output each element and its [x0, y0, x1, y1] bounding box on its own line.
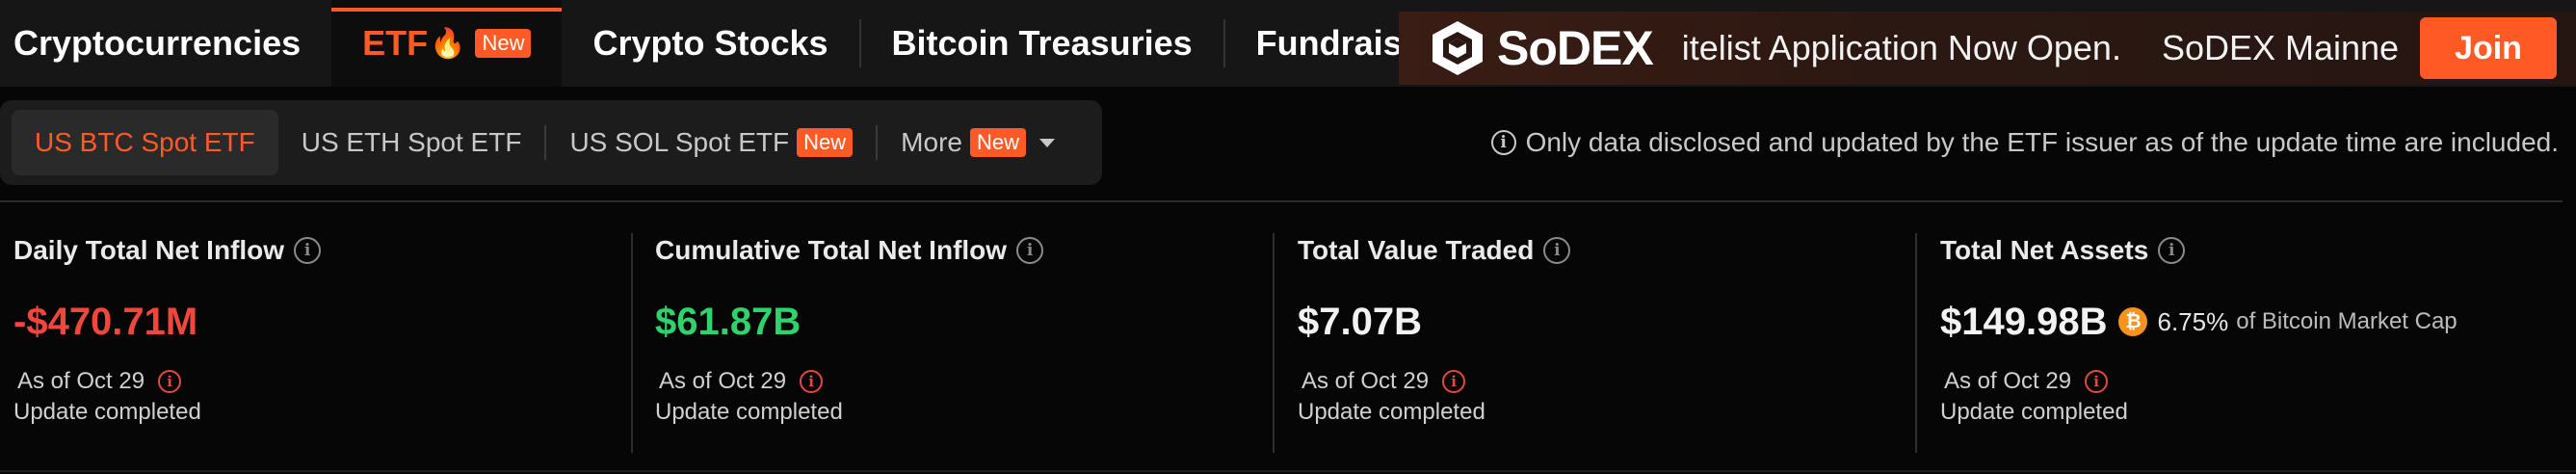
join-button[interactable]: Join — [2420, 17, 2557, 79]
subtab-more-dropdown[interactable]: More New — [878, 110, 1078, 175]
bitcoin-icon: ₿ — [2118, 307, 2148, 336]
etf-subtabs: US BTC Spot ETF US ETH Spot ETF US SOL S… — [0, 100, 1102, 185]
stat-divider — [1273, 233, 1275, 453]
as-of-date: As of Oct 29 i — [13, 366, 630, 397]
flame-icon: 🔥 — [430, 27, 466, 60]
stat-daily-total-net-inflow: Daily Total Net Inflow i -$470.71M As of… — [13, 231, 630, 453]
stat-label: Daily Total Net Inflow i — [13, 231, 630, 270]
sodex-promo-banner[interactable]: SoDEX itelist Application Now Open. SoDE… — [1399, 12, 2576, 85]
alert-info-icon[interactable]: i — [2085, 370, 2109, 393]
info-icon[interactable]: i — [2158, 237, 2186, 264]
stat-value: $7.07B — [1298, 300, 1422, 343]
stat-divider — [1915, 233, 1917, 453]
stat-label-text: Daily Total Net Inflow — [13, 235, 285, 265]
sodex-logo: SoDEX — [1428, 18, 1654, 78]
sodex-wordmark: SoDEX — [1497, 21, 1654, 75]
info-icon[interactable]: i — [1543, 237, 1571, 264]
stat-total-value-traded: Total Value Traded i $7.07B As of Oct 29… — [1298, 231, 1914, 453]
stat-cumulative-total-net-inflow: Cumulative Total Net Inflow i $61.87B As… — [655, 231, 1272, 453]
as-of-date: As of Oct 29 i — [1298, 366, 1914, 397]
stat-divider — [631, 233, 633, 453]
as-of-text: As of Oct 29 — [1944, 368, 2072, 394]
as-of-text: As of Oct 29 — [659, 368, 787, 394]
as-of-text: As of Oct 29 — [1301, 368, 1430, 394]
subtab-label: US SOL Spot ETF — [569, 127, 790, 157]
subtab-us-btc-spot-etf[interactable]: US BTC Spot ETF — [12, 110, 278, 175]
stat-total-net-assets: Total Net Assets i $149.98B ₿ 6.75% of B… — [1940, 231, 2557, 453]
stat-label: Total Net Assets i — [1940, 231, 2557, 270]
caret-down-icon — [1038, 138, 1055, 147]
stat-label-text: Total Net Assets — [1940, 235, 2149, 265]
alert-info-icon[interactable]: i — [158, 370, 182, 393]
stat-value: -$470.71M — [13, 300, 198, 343]
as-of-text: As of Oct 29 — [17, 368, 145, 394]
banner-marquee-text: itelist Application Now Open. — [1681, 28, 2121, 67]
stat-value: $61.87B — [655, 300, 802, 343]
nav-tab-label: Cryptocurrencies — [13, 23, 302, 63]
new-badge: New — [797, 128, 854, 157]
new-badge: New — [475, 29, 532, 58]
as-of-date: As of Oct 29 i — [655, 366, 1272, 397]
stat-label-text: Total Value Traded — [1298, 235, 1535, 265]
stat-label-text: Cumulative Total Net Inflow — [655, 235, 1008, 265]
new-badge: New — [969, 128, 1026, 157]
alert-info-icon[interactable]: i — [800, 370, 824, 393]
subtab-label: US BTC Spot ETF — [35, 127, 255, 157]
info-icon: i — [1490, 130, 1516, 155]
as-of-date: As of Oct 29 i — [1940, 366, 2557, 397]
alert-info-icon[interactable]: i — [1442, 370, 1466, 393]
sodex-cube-icon — [1433, 21, 1483, 75]
bottom-divider — [0, 470, 2576, 472]
nav-tab-cryptocurrencies[interactable]: Cryptocurrencies — [0, 0, 331, 87]
data-disclaimer: i Only data disclosed and updated by the… — [1490, 123, 2559, 162]
nav-tab-label: Bitcoin Treasuries — [891, 23, 1193, 63]
nav-tab-bitcoin-treasuries[interactable]: Bitcoin Treasuries — [861, 0, 1223, 87]
nav-tab-label: ETF — [362, 23, 429, 63]
stat-label: Total Value Traded i — [1298, 231, 1914, 270]
section-divider — [0, 200, 2563, 202]
subtab-label: More — [901, 127, 962, 157]
stat-value-row: $149.98B ₿ 6.75% of Bitcoin Market Cap — [1940, 297, 2557, 347]
update-status: Update completed — [655, 399, 843, 425]
info-icon[interactable]: i — [1016, 237, 1044, 264]
update-status: Update completed — [1298, 399, 1485, 425]
btc-market-cap-label: of Bitcoin Market Cap — [2236, 308, 2458, 334]
info-icon[interactable]: i — [294, 237, 322, 264]
nav-tab-label: Crypto Stocks — [592, 23, 828, 63]
stat-label: Cumulative Total Net Inflow i — [655, 231, 1272, 270]
update-status: Update completed — [1940, 399, 2128, 425]
subtab-us-eth-spot-etf[interactable]: US ETH Spot ETF — [278, 110, 545, 175]
update-status: Update completed — [13, 399, 201, 425]
disclaimer-text: Only data disclosed and updated by the E… — [1525, 127, 2559, 157]
subtab-us-sol-spot-etf[interactable]: US SOL Spot ETF New — [546, 110, 876, 175]
stat-value: $149.98B — [1940, 300, 2108, 343]
nav-tab-crypto-stocks[interactable]: Crypto Stocks — [562, 0, 858, 87]
nav-tab-etf[interactable]: ETF 🔥 New — [331, 0, 563, 87]
subtab-label: US ETH Spot ETF — [301, 127, 522, 157]
banner-marquee-text-2: SoDEX Mainne — [2161, 28, 2400, 67]
btc-market-cap-pct: 6.75% — [2157, 306, 2229, 336]
